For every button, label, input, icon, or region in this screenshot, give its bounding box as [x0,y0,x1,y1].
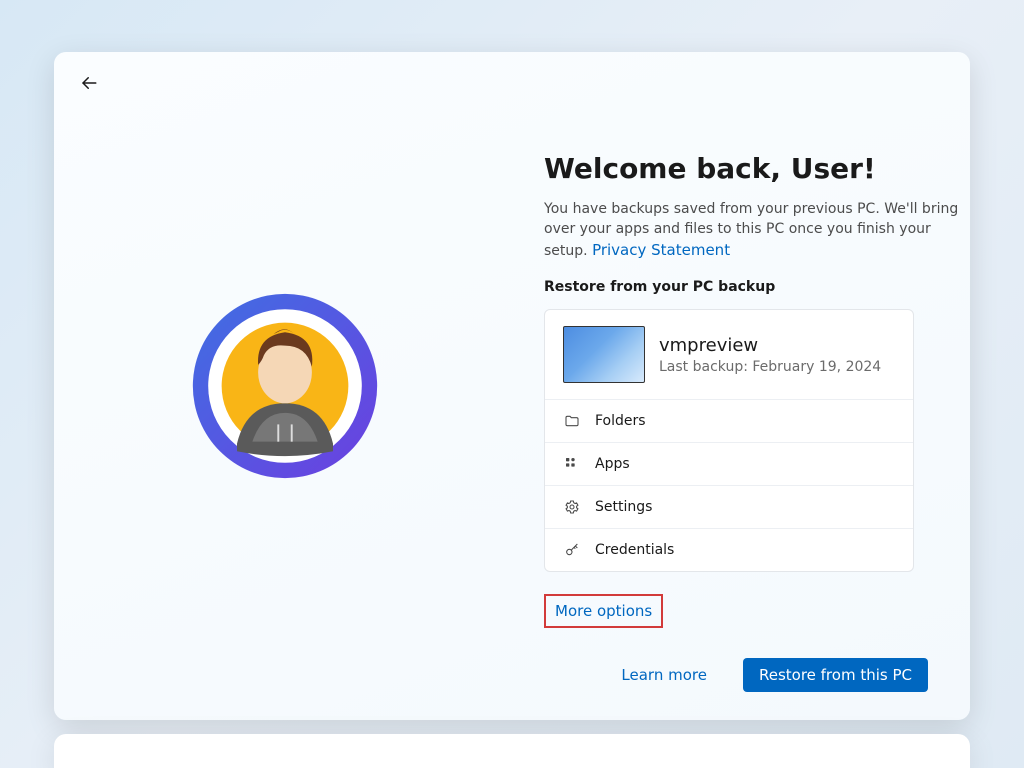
row-label: Credentials [595,542,674,558]
setup-window: Welcome back, User! You have backups sav… [54,52,970,720]
restore-button[interactable]: Restore from this PC [743,658,928,692]
row-label: Apps [595,456,630,472]
gear-icon [563,498,581,516]
page-title: Welcome back, User! [544,152,964,185]
backup-device-row[interactable]: vmpreview Last backup: February 19, 2024 [545,310,913,400]
backup-row-credentials[interactable]: Credentials [545,529,913,571]
desktop-thumbnail-icon [563,326,645,383]
page-description: You have backups saved from your previou… [544,199,964,261]
backup-row-folders[interactable]: Folders [545,400,913,443]
next-card-peek [54,734,970,768]
privacy-statement-link[interactable]: Privacy Statement [592,241,730,259]
row-label: Folders [595,413,646,429]
row-label: Settings [595,499,652,515]
key-icon [563,541,581,559]
restore-subheading: Restore from your PC backup [544,279,964,295]
back-button[interactable] [76,72,102,98]
apps-icon [563,455,581,473]
arrow-left-icon [80,74,98,96]
backup-card: vmpreview Last backup: February 19, 2024… [544,309,914,572]
learn-more-button[interactable]: Learn more [607,658,721,692]
content-pane: Welcome back, User! You have backups sav… [544,152,964,628]
backup-device-name: vmpreview [659,335,881,357]
backup-row-settings[interactable]: Settings [545,486,913,529]
folder-icon [563,412,581,430]
more-options-link[interactable]: More options [544,594,663,628]
backup-last-date: Last backup: February 19, 2024 [659,359,881,375]
user-avatar [189,290,381,482]
action-row: Learn more Restore from this PC [607,658,928,692]
backup-row-apps[interactable]: Apps [545,443,913,486]
